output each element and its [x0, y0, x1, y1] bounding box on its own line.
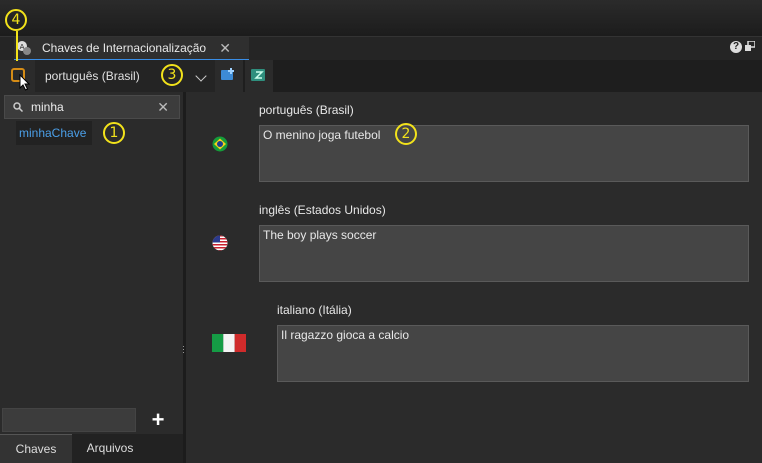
search-input[interactable]: minha ✕	[4, 95, 180, 119]
annotation-pointer-line	[16, 31, 18, 61]
italy-flag-icon	[212, 334, 246, 352]
tab-i18n-keys[interactable]: A Chaves de Internacionalização ✕	[14, 37, 249, 61]
language-select[interactable]: português (Brasil)	[35, 60, 215, 92]
new-key-input[interactable]	[2, 408, 136, 432]
search-icon	[13, 102, 23, 112]
toolbar: português (Brasil)	[0, 60, 762, 92]
reference-button[interactable]	[0, 60, 35, 92]
add-translation-icon	[221, 68, 234, 80]
annotation-marker: 2	[395, 123, 417, 145]
translation-language-label: português (Brasil)	[259, 103, 354, 117]
clear-icon[interactable]: ✕	[157, 99, 169, 116]
translation-language-label: inglês (Estados Unidos)	[259, 203, 386, 217]
close-icon[interactable]: ✕	[219, 40, 231, 57]
translations-panel: português (Brasil) O menino joga futebol…	[186, 92, 762, 463]
translation-language-label: italiano (Itália)	[277, 303, 352, 317]
mouse-cursor-icon	[19, 74, 31, 91]
tab-files[interactable]: Arquivos	[72, 434, 148, 463]
chevron-down-icon	[195, 70, 207, 82]
language-select-value: português (Brasil)	[45, 69, 140, 83]
add-language-button[interactable]	[215, 60, 243, 92]
usa-flag-icon	[212, 235, 228, 251]
sidebar-bottom-tabs: Chaves Arquivos	[0, 434, 183, 463]
restore-icon[interactable]	[745, 41, 755, 51]
keys-sidebar: minha ✕ minhaChave + Chaves Arquivos	[0, 92, 183, 463]
translation-text-field[interactable]: Il ragazzo gioca a calcio	[277, 325, 749, 382]
translate-icon: A	[17, 41, 31, 55]
edit-translation-icon	[251, 69, 265, 81]
edit-translation-button[interactable]	[245, 60, 273, 92]
annotation-marker: 1	[103, 122, 125, 144]
editor-tab-strip: A Chaves de Internacionalização ✕ ?	[0, 36, 762, 61]
list-item[interactable]: minhaChave	[16, 121, 92, 145]
translation-text-field[interactable]: O menino joga futebol	[259, 125, 749, 182]
window-title-bar	[0, 0, 762, 36]
search-value: minha	[31, 100, 64, 114]
drag-handle-icon[interactable]: · · ·	[182, 342, 185, 357]
tab-keys[interactable]: Chaves	[0, 434, 72, 463]
help-icon[interactable]: ?	[730, 41, 742, 53]
annotation-marker: 3	[161, 64, 183, 86]
translation-text-field[interactable]: The boy plays soccer	[259, 225, 749, 282]
brazil-flag-icon	[212, 136, 228, 152]
add-key-button[interactable]: +	[148, 409, 168, 431]
annotation-marker: 4	[5, 9, 27, 31]
tab-title: Chaves de Internacionalização	[42, 41, 207, 55]
